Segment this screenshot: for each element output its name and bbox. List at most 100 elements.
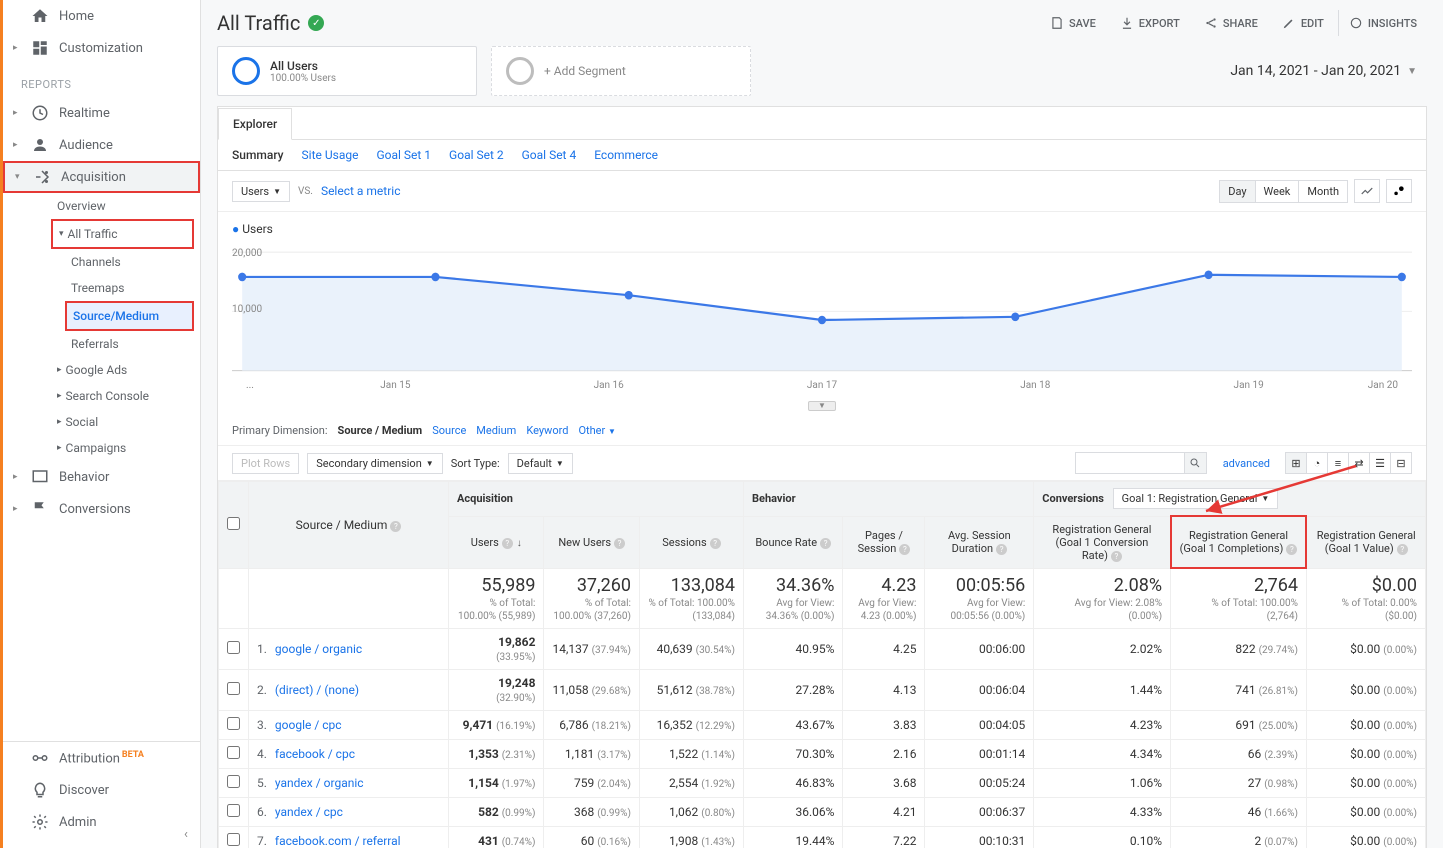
- nav-treemaps[interactable]: Treemaps: [3, 275, 200, 301]
- col-goal-rate[interactable]: Registration General (Goal 1 Conversion …: [1034, 516, 1171, 568]
- chart-drag-handle[interactable]: ▼: [808, 401, 836, 411]
- nav-realtime[interactable]: ▸ Realtime: [3, 97, 200, 129]
- sort-type-select[interactable]: Default ▼: [508, 453, 573, 474]
- dim-source[interactable]: Source: [432, 424, 466, 437]
- select-all-checkbox[interactable]: [227, 517, 240, 530]
- row-checkbox[interactable]: [227, 775, 240, 788]
- view-comparison[interactable]: ⇄: [1348, 452, 1370, 474]
- sort-desc-icon: ↓: [517, 538, 522, 549]
- add-segment[interactable]: + Add Segment: [491, 46, 751, 96]
- tab-goal-set-1[interactable]: Goal Set 1: [376, 148, 431, 162]
- topbar: All Traffic ✓ SAVE EXPORT SHARE EDIT INS…: [201, 0, 1443, 46]
- source-medium-link[interactable]: facebook / cpc: [275, 747, 355, 761]
- nav-social[interactable]: ▸Social: [3, 409, 200, 435]
- chart-type-motion[interactable]: [1386, 179, 1412, 203]
- row-checkbox[interactable]: [227, 641, 240, 654]
- nav-source-medium[interactable]: Source/Medium: [67, 303, 192, 329]
- nav-attribution[interactable]: AttributionBETA: [3, 742, 200, 774]
- select-metric-link[interactable]: Select a metric: [321, 184, 401, 198]
- tab-site-usage[interactable]: Site Usage: [302, 148, 359, 162]
- vs-label: VS.: [298, 186, 313, 197]
- view-term-cloud[interactable]: ☰: [1369, 452, 1391, 474]
- view-table[interactable]: ⊞: [1285, 452, 1307, 474]
- nav-overview[interactable]: Overview: [3, 193, 200, 219]
- col-pages-session[interactable]: Pages / Session?: [843, 516, 925, 568]
- sidebar-collapse[interactable]: ‹: [172, 820, 200, 848]
- col-goal-value[interactable]: Registration General (Goal 1 Value)?: [1306, 516, 1425, 568]
- advanced-link[interactable]: advanced: [1223, 457, 1270, 470]
- dim-keyword[interactable]: Keyword: [526, 424, 568, 437]
- nav-audience[interactable]: ▸ Audience: [3, 129, 200, 161]
- dim-other[interactable]: Other ▼: [578, 424, 615, 437]
- nav-customization[interactable]: ▸ Customization: [3, 32, 200, 64]
- row-checkbox[interactable]: [227, 804, 240, 817]
- nav-admin[interactable]: Admin: [3, 806, 200, 838]
- home-icon: [31, 7, 49, 25]
- source-medium-link[interactable]: google / organic: [275, 642, 362, 656]
- col-new-users[interactable]: New Users?: [544, 516, 639, 568]
- tab-ecommerce[interactable]: Ecommerce: [594, 148, 658, 162]
- secondary-dimension[interactable]: Secondary dimension ▼: [307, 453, 442, 474]
- save-button[interactable]: SAVE: [1040, 10, 1106, 36]
- metric-selector[interactable]: Users ▼: [232, 181, 290, 202]
- col-sessions[interactable]: Sessions?: [639, 516, 743, 568]
- nav-acquisition[interactable]: ▾ Acquisition: [3, 161, 200, 193]
- segment-circle-icon: [506, 57, 534, 85]
- col-users[interactable]: Users?↓: [449, 516, 544, 568]
- nav-channels[interactable]: Channels: [3, 249, 200, 275]
- search-icon: [1189, 457, 1201, 469]
- tab-summary[interactable]: Summary: [232, 148, 284, 162]
- attribution-icon: [31, 749, 49, 767]
- col-goal-completions[interactable]: Registration General (Goal 1 Completions…: [1171, 516, 1307, 568]
- date-range-picker[interactable]: Jan 14, 2021 - Jan 20, 2021▼: [1230, 63, 1427, 79]
- table-search-button[interactable]: [1185, 452, 1207, 474]
- help-icon[interactable]: ?: [390, 521, 401, 532]
- source-medium-link[interactable]: google / cpc: [275, 718, 342, 732]
- share-button[interactable]: SHARE: [1194, 10, 1268, 36]
- nav-home[interactable]: Home: [3, 0, 200, 32]
- pencil-icon: [1282, 16, 1296, 30]
- granularity-month[interactable]: Month: [1299, 181, 1347, 202]
- view-performance[interactable]: ≡: [1327, 452, 1349, 474]
- dim-medium[interactable]: Medium: [476, 424, 516, 437]
- col-source-medium[interactable]: Source / Medium: [296, 518, 388, 532]
- row-checkbox[interactable]: [227, 682, 240, 695]
- nav-campaigns[interactable]: ▸Campaigns: [3, 435, 200, 461]
- sidebar: Home ▸ Customization REPORTS ▸ Realtime …: [3, 0, 201, 848]
- view-pivot[interactable]: ⊟: [1390, 452, 1412, 474]
- tab-explorer[interactable]: Explorer: [218, 108, 292, 140]
- nav-conversions[interactable]: ▸ Conversions: [3, 493, 200, 525]
- table-search-input[interactable]: [1075, 452, 1185, 474]
- tab-goal-set-4[interactable]: Goal Set 4: [522, 148, 577, 162]
- segment-all-users[interactable]: All Users100.00% Users: [217, 46, 477, 96]
- col-bounce[interactable]: Bounce Rate?: [744, 516, 843, 568]
- export-button[interactable]: EXPORT: [1110, 10, 1190, 36]
- source-medium-link[interactable]: yandex / organic: [275, 776, 364, 790]
- nav-behavior[interactable]: ▸ Behavior: [3, 461, 200, 493]
- granularity-day[interactable]: Day: [1220, 181, 1255, 202]
- nav-all-traffic[interactable]: ▾All Traffic: [53, 221, 192, 247]
- y-tick-10k: 10,000: [232, 304, 262, 315]
- view-percentage[interactable]: ◔: [1306, 452, 1328, 474]
- row-checkbox[interactable]: [227, 746, 240, 759]
- edit-button[interactable]: EDIT: [1272, 10, 1334, 36]
- dim-source-medium[interactable]: Source / Medium: [338, 424, 423, 437]
- nav-google-ads[interactable]: ▸Google Ads: [3, 357, 200, 383]
- insights-button[interactable]: INSIGHTS: [1338, 10, 1427, 36]
- nav-discover[interactable]: Discover: [3, 774, 200, 806]
- chart: ● Users 20,000 10,000 ... Jan 15: [218, 212, 1426, 416]
- chart-type-line[interactable]: [1354, 179, 1380, 203]
- source-medium-link[interactable]: facebook.com / referral: [275, 834, 401, 848]
- source-medium-link[interactable]: yandex / cpc: [275, 805, 343, 819]
- nav-search-console[interactable]: ▸Search Console: [3, 383, 200, 409]
- row-checkbox[interactable]: [227, 833, 240, 846]
- col-avg-duration[interactable]: Avg. Session Duration?: [925, 516, 1034, 568]
- table-row: 4.facebook / cpc 1,353 (2.31%) 1,181 (3.…: [219, 740, 1426, 769]
- row-checkbox[interactable]: [227, 717, 240, 730]
- granularity-week[interactable]: Week: [1256, 181, 1300, 202]
- nav-referrals[interactable]: Referrals: [3, 331, 200, 357]
- tab-goal-set-2[interactable]: Goal Set 2: [449, 148, 504, 162]
- x-tick: Jan 16: [502, 380, 715, 391]
- conversions-goal-select[interactable]: Goal 1: Registration General ▼: [1113, 488, 1279, 509]
- source-medium-link[interactable]: (direct) / (none): [275, 683, 359, 697]
